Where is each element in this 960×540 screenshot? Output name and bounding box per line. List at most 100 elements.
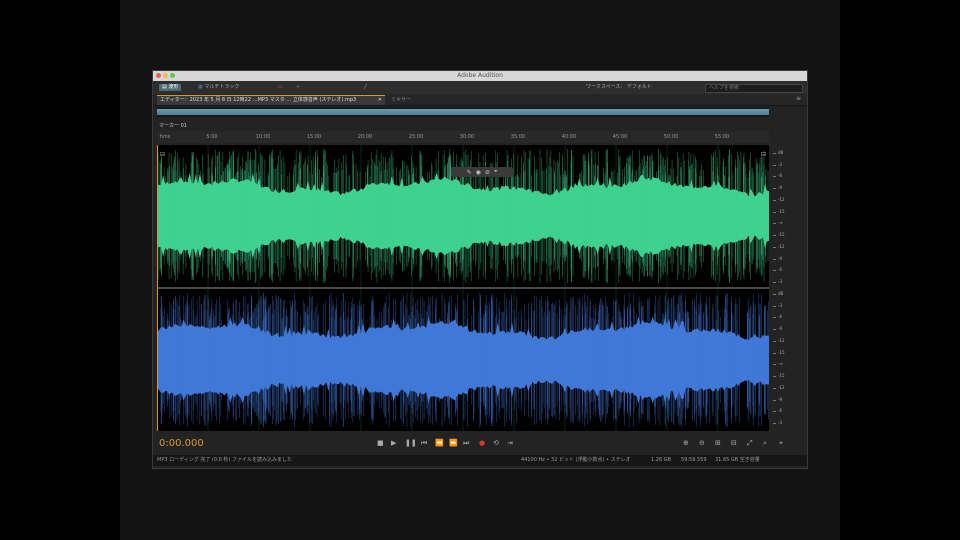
ruler-tick-label: 25:00 bbox=[408, 134, 424, 140]
ruler-tick-label: 45:00 bbox=[612, 134, 628, 140]
status-message: MP3 ローディング 完了 (0.0 秒) ファイルを読み込みました bbox=[157, 457, 292, 463]
scale-label: -3 bbox=[778, 420, 782, 425]
scale-tick bbox=[773, 423, 776, 424]
zoom-out-amplitude-icon[interactable]: ⊖ bbox=[699, 439, 705, 447]
scale-tick bbox=[773, 282, 776, 284]
record-icon[interactable]: ● bbox=[479, 439, 485, 447]
skip-icon[interactable]: ⇥ bbox=[507, 439, 513, 447]
scale-tick bbox=[773, 164, 776, 166]
scale-tick bbox=[773, 223, 776, 225]
workspace-selector[interactable]: ワークスペース： デフォルト bbox=[583, 84, 655, 91]
scale-tick bbox=[773, 376, 776, 378]
scale-tick bbox=[773, 188, 776, 190]
scale-label: -6 bbox=[778, 173, 782, 179]
playhead[interactable] bbox=[157, 145, 158, 431]
minimize-window-button[interactable] bbox=[163, 73, 168, 78]
scale-label: -9 bbox=[778, 396, 782, 402]
gain-knob-icon[interactable]: ◉ bbox=[476, 169, 481, 176]
editor-tab[interactable]: エディター：2023 年 5 月 8 日 12時22 …MP3 マスタ … 立体… bbox=[157, 95, 385, 105]
scale-label: -9 bbox=[778, 185, 782, 191]
zoom-window-button[interactable] bbox=[170, 73, 175, 78]
tool-select-button[interactable]: ╱ bbox=[361, 84, 370, 91]
marker-label[interactable]: マーカー 01 bbox=[159, 122, 187, 129]
waveform-view-button[interactable]: ▤ 波形 bbox=[159, 84, 182, 91]
scale-tick bbox=[773, 199, 776, 201]
multitrack-view-button[interactable]: ▦ マルチトラック bbox=[195, 84, 242, 91]
hud-toolbar: ✎ ◉ ⊘ ⌖ bbox=[451, 167, 513, 177]
sample-info: 44100 Hz • 32 ビット (浮動小数点) • ステレオ bbox=[521, 457, 631, 463]
scale-label: dB bbox=[778, 290, 784, 296]
ruler-tick-label: 50:00 bbox=[663, 134, 679, 140]
transport-bar: 0:00.000 ■ ▶ ❚❚ ⏮ ⏪ ⏩ ⏭ ● ⟲ ⇥ ⊕ ⊖ ⊞ ⊟ ⤢ … bbox=[153, 435, 807, 451]
spectral-display-button[interactable]: ▭ bbox=[275, 84, 286, 91]
scale-tick bbox=[773, 305, 776, 307]
scale-tick bbox=[773, 411, 776, 413]
scale-label: dB bbox=[778, 150, 784, 155]
zoom-out-time-icon[interactable]: ⊟ bbox=[731, 439, 737, 447]
ruler-tick-label: hms bbox=[159, 134, 171, 140]
scale-label: -9 bbox=[778, 326, 782, 332]
status-bar: MP3 ローディング 完了 (0.0 秒) ファイルを読み込みました 44100… bbox=[153, 455, 807, 466]
file-size: 1.26 GB bbox=[651, 457, 672, 463]
scale-tick bbox=[773, 153, 776, 154]
pin-icon[interactable]: ⌖ bbox=[494, 168, 497, 176]
scale-label: -3 bbox=[778, 161, 782, 167]
ruler-tick-label: 30:00 bbox=[459, 134, 475, 140]
ruler-tick-label: 10:00 bbox=[255, 134, 271, 140]
scale-tick bbox=[773, 352, 776, 354]
scale-label: -15 bbox=[778, 373, 785, 379]
scale-label: -6 bbox=[778, 314, 782, 320]
scale-label: -15 bbox=[778, 349, 785, 355]
scale-label: -12 bbox=[778, 384, 785, 390]
amplitude-scale: dB -3 -6 -9 -12 -15 -∞ -15 -12 -9 -6 -3 dB -3 -6 -9 -12 -… bbox=[769, 145, 803, 431]
zoom-selection-icon[interactable]: ⌕ bbox=[763, 439, 767, 448]
free-space: 31.65 GB 空き容量 bbox=[715, 457, 760, 463]
multitrack-icon: ▦ bbox=[198, 84, 203, 90]
window-controls bbox=[156, 73, 175, 78]
ruler-tick-label: 5:00 bbox=[206, 134, 218, 140]
mixer-tab[interactable]: ミキサー bbox=[391, 96, 411, 103]
panel-menu-icon[interactable]: ≡ bbox=[796, 95, 801, 102]
ruler-tick-label: 55:00 bbox=[714, 134, 730, 140]
zoom-full-icon[interactable]: ⤢ bbox=[747, 439, 753, 448]
ruler-tick-label: 40:00 bbox=[561, 134, 577, 140]
time-ruler[interactable]: hms 5:00 10:00 15:00 20:00 25:00 30:00 35:00 40:… bbox=[157, 131, 769, 143]
close-window-button[interactable] bbox=[156, 73, 161, 78]
document-tabs: エディター：2023 年 5 月 8 日 12時22 …MP3 マスタ … 立体… bbox=[153, 94, 807, 106]
scale-label: -12 bbox=[778, 243, 785, 249]
waveform-display[interactable]: ✎ ◉ ⊘ ⌖ ⊟ ⊟ bbox=[157, 145, 769, 431]
forward-end-icon[interactable]: ⏭ bbox=[463, 439, 469, 448]
pause-icon[interactable]: ❚❚ bbox=[405, 439, 417, 447]
scale-tick bbox=[773, 317, 776, 319]
channel-r-icon[interactable]: ⊟ bbox=[761, 151, 766, 158]
scale-tick bbox=[773, 211, 776, 213]
scale-tick bbox=[773, 329, 776, 331]
overview-bar[interactable] bbox=[157, 107, 769, 117]
scale-tick bbox=[773, 176, 776, 178]
stop-icon[interactable]: ■ bbox=[377, 439, 384, 447]
help-search-input[interactable]: ヘルプを検索 bbox=[705, 84, 803, 93]
scale-tick bbox=[773, 340, 776, 342]
scale-label: -3 bbox=[778, 279, 782, 285]
waveform-icon: ▤ bbox=[162, 84, 167, 90]
scale-label: -∞ bbox=[778, 220, 783, 226]
rewind-start-icon[interactable]: ⏮ bbox=[421, 439, 427, 448]
close-tab-icon[interactable]: ✕ bbox=[378, 96, 382, 105]
scale-label: -9 bbox=[778, 255, 782, 261]
tool-move-button[interactable]: ⊹ bbox=[293, 84, 303, 91]
rewind-icon[interactable]: ⏪ bbox=[435, 439, 444, 447]
pencil-icon[interactable]: ✎ bbox=[467, 169, 472, 176]
scale-label: -∞ bbox=[778, 361, 783, 367]
loop-icon[interactable]: ⟲ bbox=[493, 439, 499, 447]
channel-l-icon[interactable]: ⊟ bbox=[160, 151, 165, 158]
scale-tick bbox=[773, 364, 776, 366]
overview-waveform bbox=[157, 109, 769, 115]
zoom-in-amplitude-icon[interactable]: ⊕ bbox=[683, 439, 689, 447]
channel-separator bbox=[157, 287, 769, 289]
forward-icon[interactable]: ⏩ bbox=[449, 439, 458, 447]
zoom-in-time-icon[interactable]: ⊞ bbox=[715, 439, 721, 447]
mute-icon[interactable]: ⊘ bbox=[485, 169, 490, 176]
audition-window: Adobe Audition ▤ 波形 ▦ マルチトラック ▭ ⊹ ╱ ワークス… bbox=[152, 70, 808, 469]
zoom-out-full-icon[interactable]: ⌖ bbox=[779, 439, 783, 448]
play-icon[interactable]: ▶ bbox=[391, 439, 396, 447]
